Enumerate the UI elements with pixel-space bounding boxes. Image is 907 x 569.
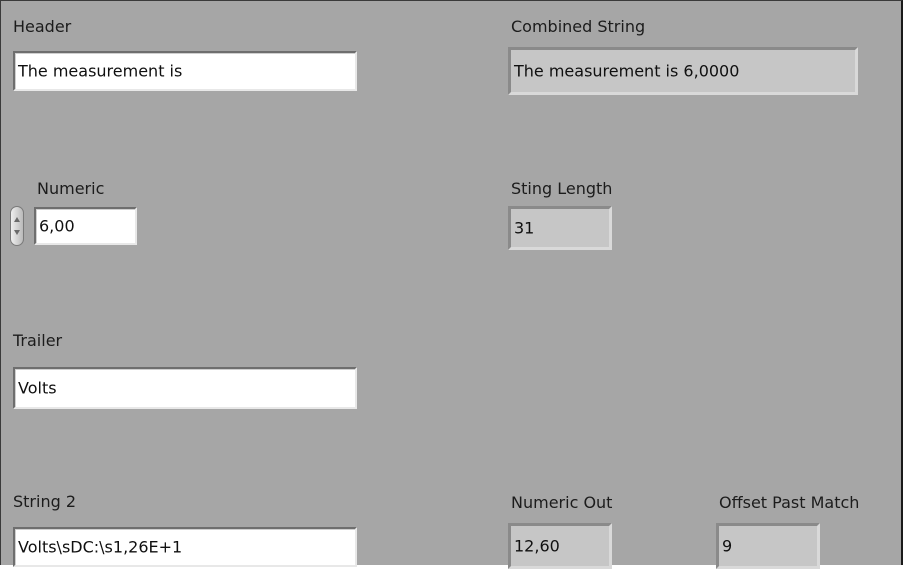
string-length-indicator: 31 <box>508 206 612 250</box>
header-value: The measurement is <box>18 61 183 81</box>
increment-decrement-icon[interactable] <box>10 206 24 246</box>
offset-past-match-value: 9 <box>722 536 733 556</box>
numeric-label: Numeric <box>37 179 105 198</box>
numeric-out-label: Numeric Out <box>511 493 613 512</box>
trailer-value: Volts <box>18 378 57 398</box>
numeric-out-value: 12,60 <box>514 536 560 556</box>
string-length-label: Sting Length <box>511 179 613 198</box>
numeric-value: 6,00 <box>39 216 75 236</box>
decrement-arrow-icon[interactable] <box>14 230 20 235</box>
combined-string-label: Combined String <box>511 17 646 36</box>
offset-past-match-label: Offset Past Match <box>719 493 860 512</box>
string2-input[interactable]: Volts\sDC:\s1,26E+1 <box>13 527 357 567</box>
string-length-value: 31 <box>514 218 535 238</box>
combined-string-value: The measurement is 6,0000 <box>514 61 740 81</box>
increment-arrow-icon[interactable] <box>14 217 20 222</box>
combined-string-indicator: The measurement is 6,0000 <box>508 47 858 95</box>
numeric-input[interactable]: 6,00 <box>34 207 137 245</box>
offset-past-match-indicator: 9 <box>716 523 820 569</box>
trailer-input[interactable]: Volts <box>13 367 357 409</box>
front-panel: Header The measurement is Combined Strin… <box>0 0 903 569</box>
trailer-label: Trailer <box>13 331 63 350</box>
string2-label: String 2 <box>13 492 77 511</box>
header-label: Header <box>13 17 72 36</box>
header-input[interactable]: The measurement is <box>13 51 357 91</box>
string2-value: Volts\sDC:\s1,26E+1 <box>18 537 183 557</box>
numeric-out-indicator: 12,60 <box>508 523 612 569</box>
